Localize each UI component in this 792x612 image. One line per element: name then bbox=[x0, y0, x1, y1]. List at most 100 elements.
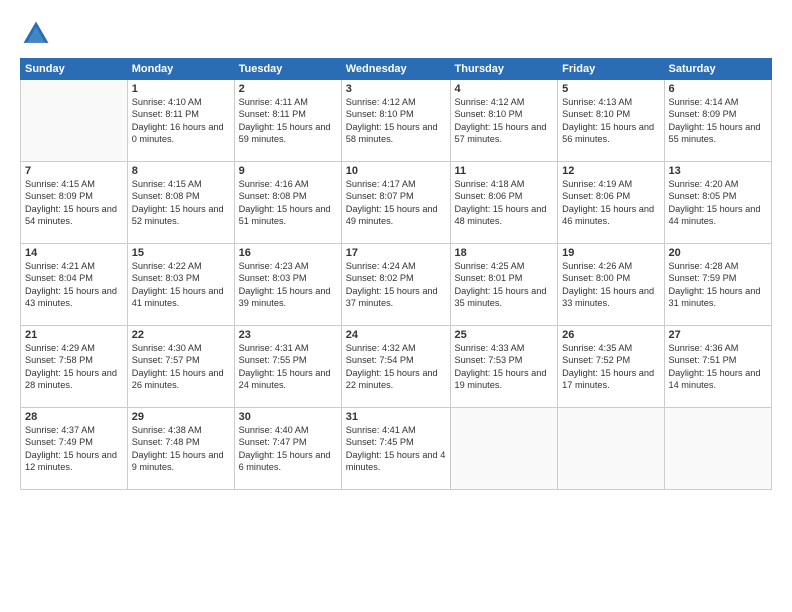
day-info: Sunrise: 4:14 AM Sunset: 8:09 PM Dayligh… bbox=[669, 96, 768, 146]
day-info: Sunrise: 4:15 AM Sunset: 8:08 PM Dayligh… bbox=[132, 178, 230, 228]
calendar-cell: 21Sunrise: 4:29 AM Sunset: 7:58 PM Dayli… bbox=[21, 326, 128, 408]
day-info: Sunrise: 4:31 AM Sunset: 7:55 PM Dayligh… bbox=[239, 342, 337, 392]
calendar-cell bbox=[558, 408, 664, 490]
calendar-cell: 7Sunrise: 4:15 AM Sunset: 8:09 PM Daylig… bbox=[21, 162, 128, 244]
calendar-cell: 10Sunrise: 4:17 AM Sunset: 8:07 PM Dayli… bbox=[341, 162, 450, 244]
day-info: Sunrise: 4:40 AM Sunset: 7:47 PM Dayligh… bbox=[239, 424, 337, 474]
day-info: Sunrise: 4:33 AM Sunset: 7:53 PM Dayligh… bbox=[455, 342, 554, 392]
day-info: Sunrise: 4:35 AM Sunset: 7:52 PM Dayligh… bbox=[562, 342, 659, 392]
day-number: 14 bbox=[25, 247, 123, 259]
day-number: 20 bbox=[669, 247, 768, 259]
day-number: 1 bbox=[132, 83, 230, 95]
calendar-cell: 14Sunrise: 4:21 AM Sunset: 8:04 PM Dayli… bbox=[21, 244, 128, 326]
weekday-header-friday: Friday bbox=[558, 59, 664, 80]
calendar-cell: 17Sunrise: 4:24 AM Sunset: 8:02 PM Dayli… bbox=[341, 244, 450, 326]
day-info: Sunrise: 4:23 AM Sunset: 8:03 PM Dayligh… bbox=[239, 260, 337, 310]
day-info: Sunrise: 4:22 AM Sunset: 8:03 PM Dayligh… bbox=[132, 260, 230, 310]
calendar-cell: 8Sunrise: 4:15 AM Sunset: 8:08 PM Daylig… bbox=[127, 162, 234, 244]
day-number: 2 bbox=[239, 83, 337, 95]
calendar-cell bbox=[450, 408, 558, 490]
day-info: Sunrise: 4:21 AM Sunset: 8:04 PM Dayligh… bbox=[25, 260, 123, 310]
day-info: Sunrise: 4:36 AM Sunset: 7:51 PM Dayligh… bbox=[669, 342, 768, 392]
calendar-table: SundayMondayTuesdayWednesdayThursdayFrid… bbox=[20, 58, 772, 490]
calendar-cell: 4Sunrise: 4:12 AM Sunset: 8:10 PM Daylig… bbox=[450, 80, 558, 162]
day-info: Sunrise: 4:20 AM Sunset: 8:05 PM Dayligh… bbox=[669, 178, 768, 228]
day-info: Sunrise: 4:16 AM Sunset: 8:08 PM Dayligh… bbox=[239, 178, 337, 228]
week-row-5: 28Sunrise: 4:37 AM Sunset: 7:49 PM Dayli… bbox=[21, 408, 772, 490]
calendar-cell: 12Sunrise: 4:19 AM Sunset: 8:06 PM Dayli… bbox=[558, 162, 664, 244]
weekday-header-row: SundayMondayTuesdayWednesdayThursdayFrid… bbox=[21, 59, 772, 80]
page: SundayMondayTuesdayWednesdayThursdayFrid… bbox=[0, 0, 792, 612]
calendar-cell: 2Sunrise: 4:11 AM Sunset: 8:11 PM Daylig… bbox=[234, 80, 341, 162]
day-number: 28 bbox=[25, 411, 123, 423]
day-info: Sunrise: 4:19 AM Sunset: 8:06 PM Dayligh… bbox=[562, 178, 659, 228]
day-info: Sunrise: 4:28 AM Sunset: 7:59 PM Dayligh… bbox=[669, 260, 768, 310]
week-row-3: 14Sunrise: 4:21 AM Sunset: 8:04 PM Dayli… bbox=[21, 244, 772, 326]
calendar-cell: 9Sunrise: 4:16 AM Sunset: 8:08 PM Daylig… bbox=[234, 162, 341, 244]
day-number: 6 bbox=[669, 83, 768, 95]
weekday-header-wednesday: Wednesday bbox=[341, 59, 450, 80]
day-info: Sunrise: 4:15 AM Sunset: 8:09 PM Dayligh… bbox=[25, 178, 123, 228]
calendar-cell: 6Sunrise: 4:14 AM Sunset: 8:09 PM Daylig… bbox=[664, 80, 772, 162]
calendar-cell: 18Sunrise: 4:25 AM Sunset: 8:01 PM Dayli… bbox=[450, 244, 558, 326]
day-number: 26 bbox=[562, 329, 659, 341]
weekday-header-monday: Monday bbox=[127, 59, 234, 80]
header bbox=[20, 18, 772, 50]
calendar-cell: 15Sunrise: 4:22 AM Sunset: 8:03 PM Dayli… bbox=[127, 244, 234, 326]
day-info: Sunrise: 4:12 AM Sunset: 8:10 PM Dayligh… bbox=[346, 96, 446, 146]
week-row-2: 7Sunrise: 4:15 AM Sunset: 8:09 PM Daylig… bbox=[21, 162, 772, 244]
day-info: Sunrise: 4:29 AM Sunset: 7:58 PM Dayligh… bbox=[25, 342, 123, 392]
day-number: 30 bbox=[239, 411, 337, 423]
calendar-cell: 20Sunrise: 4:28 AM Sunset: 7:59 PM Dayli… bbox=[664, 244, 772, 326]
day-info: Sunrise: 4:25 AM Sunset: 8:01 PM Dayligh… bbox=[455, 260, 554, 310]
day-number: 22 bbox=[132, 329, 230, 341]
day-info: Sunrise: 4:37 AM Sunset: 7:49 PM Dayligh… bbox=[25, 424, 123, 474]
day-number: 31 bbox=[346, 411, 446, 423]
day-info: Sunrise: 4:17 AM Sunset: 8:07 PM Dayligh… bbox=[346, 178, 446, 228]
calendar-cell bbox=[664, 408, 772, 490]
day-number: 25 bbox=[455, 329, 554, 341]
day-info: Sunrise: 4:38 AM Sunset: 7:48 PM Dayligh… bbox=[132, 424, 230, 474]
day-info: Sunrise: 4:13 AM Sunset: 8:10 PM Dayligh… bbox=[562, 96, 659, 146]
calendar-cell: 29Sunrise: 4:38 AM Sunset: 7:48 PM Dayli… bbox=[127, 408, 234, 490]
day-number: 16 bbox=[239, 247, 337, 259]
day-number: 15 bbox=[132, 247, 230, 259]
calendar-cell: 30Sunrise: 4:40 AM Sunset: 7:47 PM Dayli… bbox=[234, 408, 341, 490]
calendar-cell: 25Sunrise: 4:33 AM Sunset: 7:53 PM Dayli… bbox=[450, 326, 558, 408]
calendar-cell: 5Sunrise: 4:13 AM Sunset: 8:10 PM Daylig… bbox=[558, 80, 664, 162]
week-row-1: 1Sunrise: 4:10 AM Sunset: 8:11 PM Daylig… bbox=[21, 80, 772, 162]
day-number: 3 bbox=[346, 83, 446, 95]
day-number: 27 bbox=[669, 329, 768, 341]
day-info: Sunrise: 4:41 AM Sunset: 7:45 PM Dayligh… bbox=[346, 424, 446, 474]
logo-icon bbox=[20, 18, 52, 50]
day-number: 23 bbox=[239, 329, 337, 341]
day-info: Sunrise: 4:11 AM Sunset: 8:11 PM Dayligh… bbox=[239, 96, 337, 146]
logo bbox=[20, 18, 56, 50]
calendar-cell: 23Sunrise: 4:31 AM Sunset: 7:55 PM Dayli… bbox=[234, 326, 341, 408]
day-number: 12 bbox=[562, 165, 659, 177]
day-number: 17 bbox=[346, 247, 446, 259]
day-number: 9 bbox=[239, 165, 337, 177]
day-info: Sunrise: 4:10 AM Sunset: 8:11 PM Dayligh… bbox=[132, 96, 230, 146]
calendar-cell bbox=[21, 80, 128, 162]
weekday-header-sunday: Sunday bbox=[21, 59, 128, 80]
calendar-cell: 1Sunrise: 4:10 AM Sunset: 8:11 PM Daylig… bbox=[127, 80, 234, 162]
day-info: Sunrise: 4:26 AM Sunset: 8:00 PM Dayligh… bbox=[562, 260, 659, 310]
calendar-cell: 31Sunrise: 4:41 AM Sunset: 7:45 PM Dayli… bbox=[341, 408, 450, 490]
calendar-cell: 13Sunrise: 4:20 AM Sunset: 8:05 PM Dayli… bbox=[664, 162, 772, 244]
calendar-cell: 22Sunrise: 4:30 AM Sunset: 7:57 PM Dayli… bbox=[127, 326, 234, 408]
calendar-cell: 27Sunrise: 4:36 AM Sunset: 7:51 PM Dayli… bbox=[664, 326, 772, 408]
weekday-header-saturday: Saturday bbox=[664, 59, 772, 80]
calendar-cell: 26Sunrise: 4:35 AM Sunset: 7:52 PM Dayli… bbox=[558, 326, 664, 408]
day-number: 21 bbox=[25, 329, 123, 341]
day-number: 29 bbox=[132, 411, 230, 423]
day-number: 13 bbox=[669, 165, 768, 177]
day-number: 10 bbox=[346, 165, 446, 177]
weekday-header-thursday: Thursday bbox=[450, 59, 558, 80]
day-number: 7 bbox=[25, 165, 123, 177]
day-number: 18 bbox=[455, 247, 554, 259]
calendar-cell: 24Sunrise: 4:32 AM Sunset: 7:54 PM Dayli… bbox=[341, 326, 450, 408]
day-info: Sunrise: 4:32 AM Sunset: 7:54 PM Dayligh… bbox=[346, 342, 446, 392]
day-info: Sunrise: 4:24 AM Sunset: 8:02 PM Dayligh… bbox=[346, 260, 446, 310]
day-number: 4 bbox=[455, 83, 554, 95]
